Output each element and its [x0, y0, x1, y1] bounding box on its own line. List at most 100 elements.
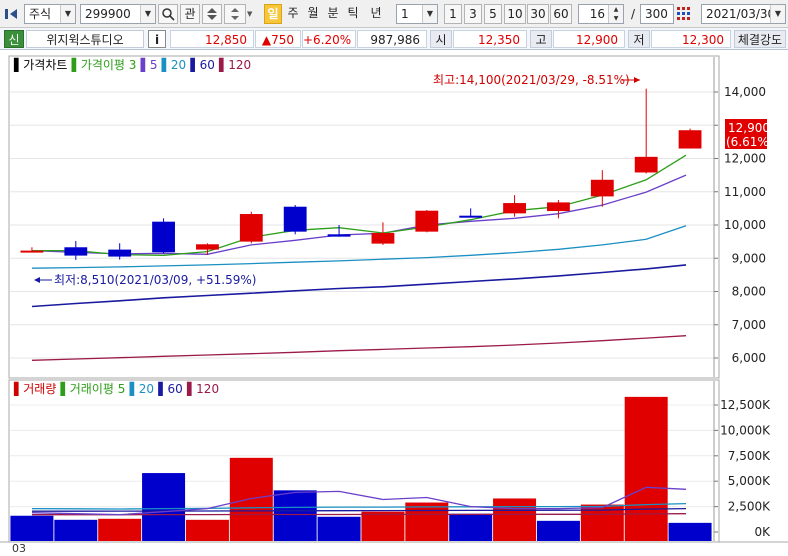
legend-marker: ▌ — [183, 381, 196, 396]
step-spinner[interactable] — [224, 4, 246, 24]
legend-marker: ▌ — [56, 381, 69, 396]
scroll-arrows-button[interactable] — [202, 4, 222, 24]
x-axis-month-label: 03 — [12, 542, 26, 553]
interval-5-button[interactable]: 5 — [484, 4, 502, 24]
info-button[interactable]: i — [148, 30, 166, 48]
legend-marker: ▌ — [154, 381, 167, 396]
settings-grid-icon[interactable] — [676, 6, 692, 22]
stock-code-value: 299900 — [85, 7, 131, 21]
change-percent: +6.20% — [302, 30, 356, 48]
volume-tick-label: 10,000K — [720, 423, 771, 437]
high-annotation-text: 최고:14,100(2021/03/29, -8.51%) — [433, 73, 630, 87]
search-button[interactable] — [158, 4, 178, 24]
strength-label: 체결강도 — [734, 30, 786, 48]
spinner-icon: ▲ ▼ — [608, 5, 623, 23]
high-annotation: 최고:14,100(2021/03/29, -8.51%) — [433, 73, 640, 87]
period-year-tab[interactable]: 년 — [365, 4, 387, 24]
volume-bar — [405, 502, 449, 541]
display-count-input[interactable]: 16 ▲ ▼ — [578, 4, 624, 24]
current-price-tag: 12,900 (6.61%) — [725, 119, 773, 149]
interval-1-button[interactable]: 1 — [444, 4, 462, 24]
price-tick-label: 12,000 — [724, 152, 766, 166]
open-price: 12,350 — [453, 30, 527, 48]
candle-body — [459, 215, 483, 218]
volume-bar — [185, 519, 229, 541]
period-month-tab[interactable]: 월 — [304, 4, 322, 24]
stock-code-input[interactable]: 299900 ▼ — [80, 4, 156, 24]
market-type-select[interactable]: 주식 ▼ — [24, 4, 76, 24]
low-price: 12,300 — [651, 30, 731, 48]
interval-10-button[interactable]: 10 — [504, 4, 526, 24]
legend-marker: ▌ — [13, 57, 23, 72]
price-tick-label: 8,000 — [732, 285, 766, 299]
chevron-down-icon: ▼ — [422, 5, 437, 23]
legend-item: 거래량 — [23, 382, 56, 396]
candle-body — [327, 234, 351, 237]
current-price: 12,850 — [170, 30, 254, 48]
volume-bar — [273, 490, 317, 541]
candle-body — [64, 247, 88, 256]
new-listing-badge: 신 — [4, 30, 24, 48]
date-value: 2021/03/30 — [706, 7, 776, 21]
date-select[interactable]: 2021/03/30 ▼ — [701, 4, 786, 24]
volume-bar — [317, 516, 361, 541]
low-label: 저 — [628, 30, 650, 48]
menu-arrow-icon[interactable] — [4, 6, 20, 22]
interval-60-button[interactable]: 60 — [550, 4, 572, 24]
volume-bar — [229, 457, 273, 541]
legend-marker: ▌ — [67, 57, 80, 72]
volume-tick-label: 7,500K — [728, 449, 771, 463]
candle-body — [108, 249, 132, 257]
volume-bar — [449, 513, 493, 541]
legend-marker: ▌ — [157, 57, 170, 72]
stock-chart-svg[interactable]: 14,00013,00012,00011,00010,0009,0008,000… — [0, 51, 788, 555]
volume-bar — [10, 515, 54, 541]
legend-item: 가격차트 — [23, 58, 67, 72]
high-price: 12,900 — [553, 30, 625, 48]
interval-30-button[interactable]: 30 — [527, 4, 549, 24]
volume-bar — [361, 511, 405, 541]
candle-body — [503, 203, 526, 214]
legend-item: 120 — [228, 58, 251, 72]
dropdown-icon[interactable]: ▼ — [247, 4, 255, 24]
open-label: 시 — [430, 30, 452, 48]
legend-marker: ▌ — [13, 381, 23, 396]
legend-item: 5 — [150, 58, 158, 72]
legend-marker: ▌ — [125, 381, 138, 396]
total-count-input[interactable]: 300 — [640, 4, 674, 24]
legend-item: 120 — [196, 382, 219, 396]
candle-body — [415, 210, 439, 232]
candle-body — [283, 206, 307, 232]
price-tick-label: 6,000 — [732, 351, 766, 365]
candle-body — [590, 179, 614, 197]
low-annotation: 최저:8,510(2021/03/09, +51.59%) — [34, 273, 256, 287]
low-annotation-text: 최저:8,510(2021/03/09, +51.59%) — [54, 273, 256, 287]
spinner-icon — [231, 8, 239, 20]
volume-tick-label: 5,000K — [728, 474, 771, 488]
candle-body — [20, 250, 44, 253]
legend-marker: ▌ — [136, 57, 149, 72]
legend-item: 가격이평 3 — [81, 58, 137, 72]
period-week-tab[interactable]: 주 — [284, 4, 302, 24]
watchlist-button[interactable]: 관 — [180, 4, 200, 24]
period-minute-tab[interactable]: 분 — [324, 4, 342, 24]
volume-bar — [668, 522, 712, 541]
period-tick-tab[interactable]: 틱 — [344, 4, 362, 24]
price-tick-label: 9,000 — [732, 251, 766, 265]
interval-3-button[interactable]: 3 — [464, 4, 482, 24]
legend-item: 60 — [200, 58, 215, 72]
current-price-tag-value: 12,900 — [728, 121, 770, 135]
volume-bar — [142, 473, 186, 541]
volume-bar — [98, 518, 142, 541]
legend-item: 60 — [167, 382, 182, 396]
total-count-value: 300 — [645, 7, 668, 21]
candle-body — [547, 202, 570, 212]
candle-body — [239, 214, 263, 242]
count-separator: / — [630, 7, 636, 21]
volume-bar — [536, 520, 580, 541]
legend-marker: ▌ — [215, 57, 228, 72]
price-legend: ▌가격차트 ▌가격이평 3 ▌5 ▌20 ▌60 ▌120 — [13, 57, 251, 72]
interval-select[interactable]: 1 ▼ — [396, 4, 438, 24]
price-tick-label: 11,000 — [724, 185, 766, 199]
period-day-tab[interactable]: 일 — [264, 4, 282, 24]
